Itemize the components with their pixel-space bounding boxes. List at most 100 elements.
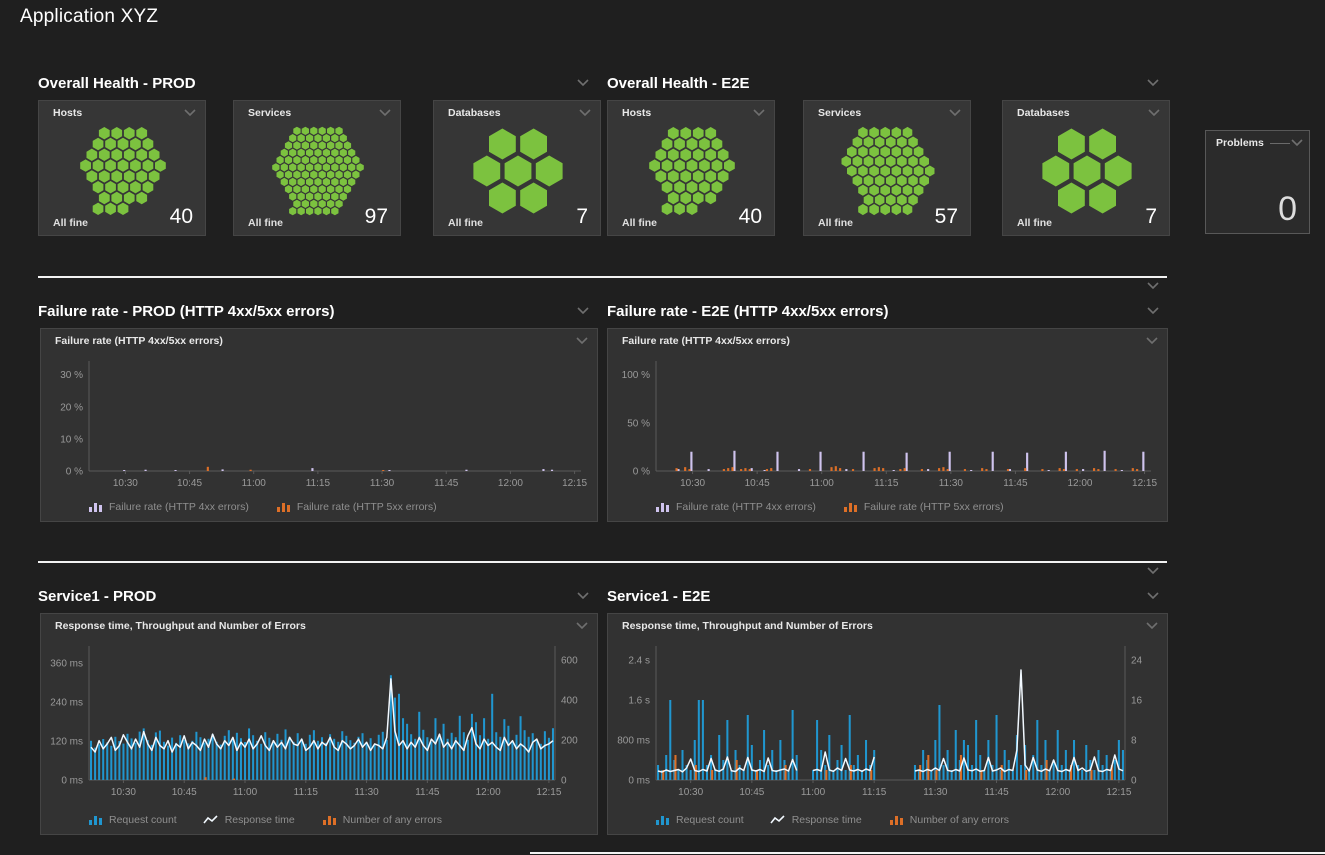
chevron-down-icon[interactable] [183, 107, 197, 119]
hexagon[interactable] [842, 156, 852, 167]
hexagon[interactable] [858, 127, 868, 138]
chevron-down-icon[interactable] [1145, 335, 1159, 347]
hexagon[interactable] [302, 156, 309, 164]
hexagon[interactable] [319, 141, 326, 149]
hexagon[interactable] [306, 163, 313, 171]
hexagon[interactable] [668, 149, 679, 161]
legend-item[interactable]: Number of any errors [321, 814, 442, 826]
hexagon[interactable] [903, 166, 913, 177]
hexagon[interactable] [331, 163, 338, 171]
hexagon[interactable] [111, 170, 122, 182]
hexagon[interactable] [908, 156, 918, 167]
hexagon[interactable] [285, 141, 292, 149]
legend-item[interactable]: Response time [770, 814, 862, 826]
hexagon[interactable] [130, 181, 141, 193]
hexagon[interactable] [277, 156, 284, 164]
hexagon[interactable] [327, 141, 334, 149]
hexagon[interactable] [718, 149, 729, 161]
legend-item[interactable]: Response time [203, 814, 295, 826]
hexagon[interactable] [335, 127, 342, 135]
hexagon[interactable] [124, 149, 135, 161]
hexagon[interactable] [293, 171, 300, 179]
health-tile-hosts-e2e[interactable]: Hosts All fine40 [607, 100, 775, 236]
hexagon[interactable] [718, 170, 729, 182]
hexagon[interactable] [864, 194, 874, 205]
hexagon[interactable] [80, 159, 91, 171]
health-tile-databases-e2e[interactable]: Databases All fine7 [1002, 100, 1170, 236]
hexagon[interactable] [289, 163, 296, 171]
chevron-down-icon[interactable] [576, 305, 590, 317]
hexagon[interactable] [712, 138, 723, 150]
hexagon[interactable] [93, 181, 104, 193]
hexagon[interactable] [344, 156, 351, 164]
hexagon[interactable] [319, 127, 326, 135]
health-tile-services-prod[interactable]: Services All fine97 [233, 100, 401, 236]
hexagon[interactable] [293, 127, 300, 135]
hexagon[interactable] [674, 159, 685, 171]
hexagon[interactable] [143, 138, 154, 150]
hexagon[interactable] [118, 159, 129, 171]
hexagon[interactable] [897, 156, 907, 167]
hexagon[interactable] [281, 149, 288, 157]
chevron-down-icon[interactable] [1146, 590, 1160, 602]
hexagon[interactable] [314, 149, 321, 157]
hexagon[interactable] [130, 159, 141, 171]
problems-tile[interactable]: Problems 0 [1205, 130, 1310, 234]
hexagon[interactable] [919, 175, 929, 186]
hexagon[interactable] [314, 178, 321, 186]
hexagon[interactable] [99, 127, 110, 139]
hexagon[interactable] [925, 166, 935, 177]
hexagon[interactable] [880, 185, 890, 196]
hexagon[interactable] [344, 171, 351, 179]
hexagon[interactable] [680, 149, 691, 161]
hexagon[interactable] [136, 192, 147, 204]
hexagon[interactable] [656, 149, 667, 161]
hexagon[interactable] [93, 138, 104, 150]
hexagon[interactable] [858, 146, 868, 157]
hexagon[interactable] [277, 171, 284, 179]
hexagon[interactable] [323, 163, 330, 171]
hexagon[interactable] [1089, 129, 1116, 160]
hexagon[interactable] [699, 181, 710, 193]
hexagon[interactable] [340, 149, 347, 157]
hexagon[interactable] [327, 156, 334, 164]
hexagon[interactable] [306, 149, 313, 157]
hexagon[interactable] [864, 137, 874, 148]
hexagon[interactable] [712, 159, 723, 171]
hexagon[interactable] [340, 178, 347, 186]
hexagon[interactable] [1058, 129, 1085, 160]
hexagon[interactable] [289, 178, 296, 186]
chevron-down-icon[interactable] [1147, 107, 1161, 119]
hexagon[interactable] [687, 138, 698, 150]
hexagon[interactable] [886, 194, 896, 205]
hexagon[interactable] [319, 185, 326, 193]
hexagon[interactable] [897, 175, 907, 186]
hexagon[interactable] [136, 127, 147, 139]
hexagon[interactable] [310, 156, 317, 164]
hexagon[interactable] [99, 170, 110, 182]
hexagon[interactable] [293, 185, 300, 193]
hexagon[interactable] [520, 129, 547, 160]
hexagon[interactable] [118, 138, 129, 150]
chevron-down-icon[interactable] [1146, 77, 1160, 89]
hexagon[interactable] [285, 171, 292, 179]
hexagon[interactable] [348, 163, 355, 171]
hexagon[interactable] [875, 194, 885, 205]
hexagon[interactable] [674, 138, 685, 150]
hexagon[interactable] [302, 141, 309, 149]
hexagon[interactable] [111, 127, 122, 139]
legend-item[interactable]: Failure rate (HTTP 4xx errors) [654, 501, 816, 513]
hexagon[interactable] [327, 185, 334, 193]
hexagon[interactable] [352, 171, 359, 179]
health-tile-services-e2e[interactable]: Services All fine57 [803, 100, 971, 236]
hexagon[interactable] [693, 149, 704, 161]
chevron-down-icon[interactable] [576, 590, 590, 602]
hexagon[interactable] [323, 178, 330, 186]
hexagon[interactable] [847, 166, 857, 177]
hexagon[interactable] [293, 141, 300, 149]
hexagon[interactable] [880, 146, 890, 157]
hexagon[interactable] [897, 194, 907, 205]
hexagon[interactable] [897, 137, 907, 148]
hexagon[interactable] [348, 149, 355, 157]
chevron-down-icon[interactable] [575, 335, 589, 347]
